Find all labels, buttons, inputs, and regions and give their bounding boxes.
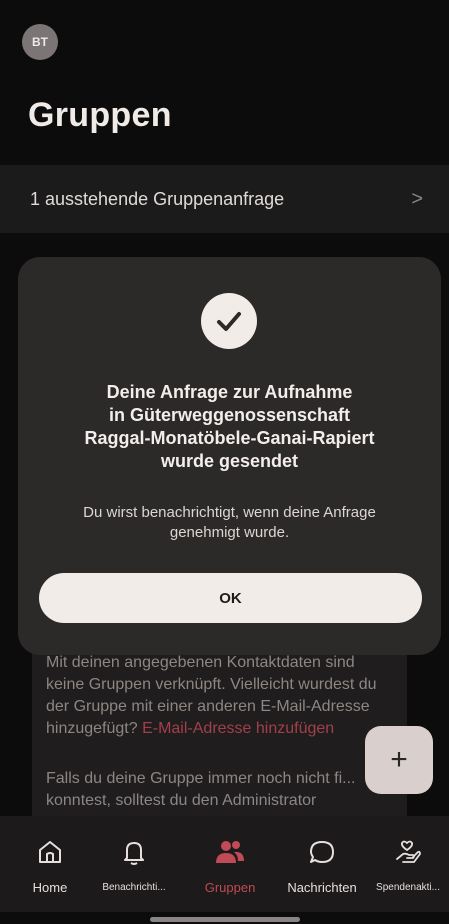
pending-requests-row[interactable]: 1 ausstehende Gruppenanfrage > <box>0 165 449 233</box>
ok-button[interactable]: OK <box>39 573 422 623</box>
donation-icon <box>392 836 424 868</box>
check-icon <box>201 293 257 349</box>
nav-item-groups[interactable]: Gruppen <box>198 816 262 912</box>
nav-label-donations: Spendenakti... <box>376 882 440 893</box>
info-text-secondary: Falls du deine Gruppe immer noch nicht f… <box>46 770 356 809</box>
nav-label-home: Home <box>32 880 68 895</box>
avatar[interactable]: BT <box>22 24 58 60</box>
nav-label-messages: Nachrichten <box>287 880 357 895</box>
group-icon <box>214 836 246 868</box>
nav-item-notifications[interactable]: Benachrichti... <box>96 816 172 912</box>
dialog-title: Deine Anfrage zur Aufnahme in Güterwegge… <box>84 382 375 471</box>
add-email-link[interactable]: E-Mail-Adresse hinzufügen <box>142 720 334 737</box>
nav-item-home[interactable]: Home <box>22 816 78 912</box>
screen: BT Gruppen 1 ausstehende Gruppenanfrage … <box>0 0 449 924</box>
nav-label-notifications: Benachrichti... <box>102 882 166 893</box>
confirmation-dialog: Deine Anfrage zur Aufnahme in Güterwegge… <box>18 257 441 655</box>
home-icon <box>34 836 66 868</box>
nav-item-donations[interactable]: Spendenakti... <box>370 816 446 912</box>
info-text: Mit deinen angegebenen Kontaktdaten sind… <box>46 652 396 740</box>
chat-icon <box>306 836 338 868</box>
home-indicator[interactable] <box>150 917 300 922</box>
nav-label-groups: Gruppen <box>204 880 256 895</box>
add-group-button[interactable]: + <box>365 726 433 794</box>
nav-item-messages[interactable]: Nachrichten <box>282 816 362 912</box>
bell-icon <box>118 836 150 868</box>
dialog-message: Du wirst benachrichtigt, wenn deine Anfr… <box>83 504 376 541</box>
page-title: Gruppen <box>28 96 172 134</box>
pending-requests-label: 1 ausstehende Gruppenanfrage <box>30 188 285 209</box>
bottom-navigation: Home Benachrichti... Gruppen Nachrichten… <box>0 816 449 912</box>
chevron-right-icon: > <box>411 187 423 210</box>
